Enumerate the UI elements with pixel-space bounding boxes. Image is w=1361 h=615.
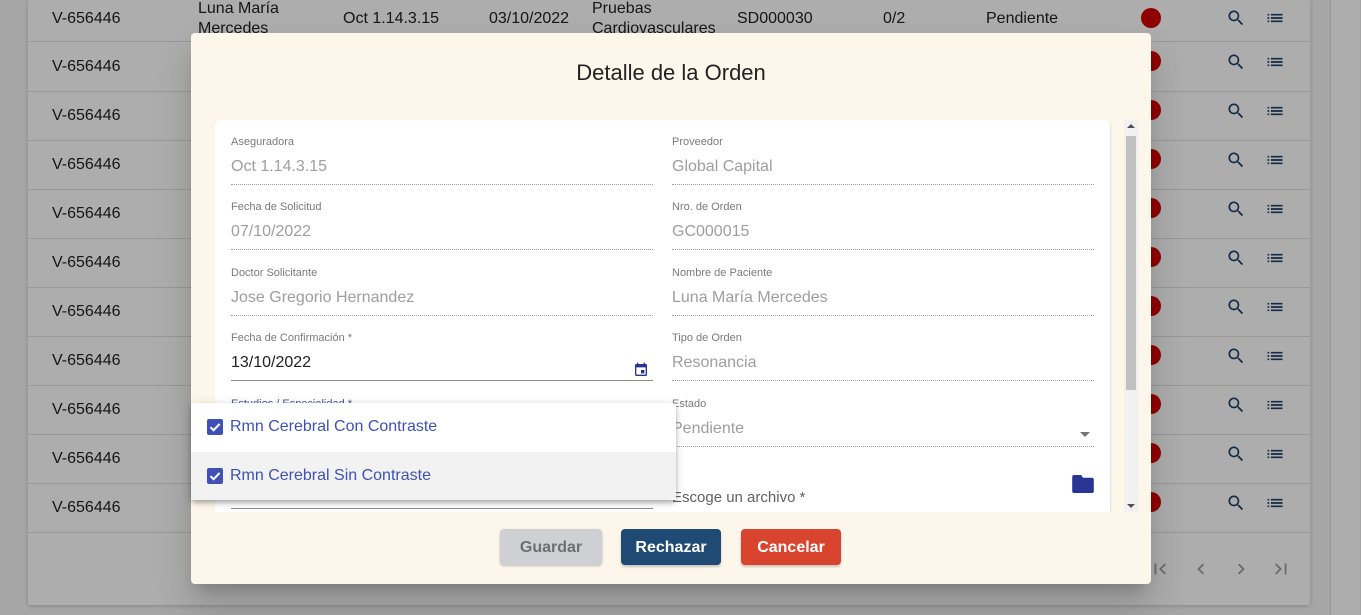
aseguradora-value: Oct 1.14.3.15 — [231, 158, 328, 175]
reject-button[interactable]: Rechazar — [621, 529, 721, 565]
aseguradora-field: Aseguradora Oct 1.14.3.15 — [231, 136, 653, 185]
field-underline — [672, 249, 1094, 250]
cancel-button[interactable]: Cancelar — [741, 529, 841, 565]
paciente-field: Nombre de Paciente Luna María Mercedes — [672, 267, 1094, 316]
dropdown-option-label: Rmn Cerebral Con Contraste — [230, 418, 438, 435]
field-underline — [231, 249, 653, 250]
calendar-icon[interactable] — [633, 362, 649, 378]
fecha-solicitud-value: 07/10/2022 — [231, 223, 312, 240]
field-underline — [231, 184, 653, 185]
fecha-solicitud-label: Fecha de Solicitud — [231, 201, 322, 213]
scroll-down-icon[interactable] — [1127, 504, 1135, 508]
field-underline — [231, 315, 653, 316]
folder-icon[interactable] — [1072, 475, 1094, 493]
fecha-confirmacion-field[interactable]: Fecha de Confirmación * 13/10/2022 — [231, 332, 653, 381]
field-underline — [231, 380, 653, 381]
chevron-down-icon[interactable] — [1080, 432, 1090, 437]
archivo-field[interactable]: Escoge un archivo * — [672, 463, 1094, 512]
fecha-solicitud-field: Fecha de Solicitud 07/10/2022 — [231, 201, 653, 250]
dialog-scrollbar[interactable] — [1124, 120, 1138, 512]
nro-orden-field: Nro. de Orden GC000015 — [672, 201, 1094, 250]
doctor-value: Jose Gregorio Hernandez — [231, 289, 415, 306]
dialog-scrollbar-thumb[interactable] — [1126, 136, 1136, 390]
nro-orden-label: Nro. de Orden — [672, 201, 742, 213]
dialog-title: Detalle de la Orden — [576, 60, 766, 85]
field-underline — [672, 184, 1094, 185]
doctor-label: Doctor Solicitante — [231, 267, 318, 279]
proveedor-value: Global Capital — [672, 158, 773, 175]
field-underline — [231, 508, 653, 509]
fecha-confirmacion-input[interactable]: 13/10/2022 — [231, 354, 653, 374]
estudios-underline-field — [231, 508, 653, 509]
checkbox-checked-icon[interactable] — [207, 419, 223, 435]
paciente-label: Nombre de Paciente — [672, 267, 773, 279]
dialog-actions: Guardar Rechazar Cancelar — [191, 529, 1151, 567]
checkbox-checked-icon[interactable] — [207, 468, 223, 484]
order-detail-dialog: Detalle de la Orden Aseguradora Oct 1.14… — [191, 33, 1151, 584]
aseguradora-label: Aseguradora — [231, 136, 294, 148]
doctor-field: Doctor Solicitante Jose Gregorio Hernand… — [231, 267, 653, 316]
dropdown-option-label: Rmn Cerebral Sin Contraste — [230, 467, 431, 484]
fecha-confirmacion-label: Fecha de Confirmación * — [231, 332, 353, 344]
proveedor-field: Proveedor Global Capital — [672, 136, 1094, 185]
dropdown-option[interactable]: Rmn Cerebral Sin Contraste — [191, 452, 676, 500]
tipo-orden-label: Tipo de Orden — [672, 332, 742, 344]
field-underline — [672, 446, 1094, 447]
estudios-dropdown: Rmn Cerebral Con Contraste Rmn Cerebral … — [191, 403, 676, 500]
paciente-value: Luna María Mercedes — [672, 289, 828, 306]
estado-label: Estado — [672, 398, 707, 410]
estado-field[interactable]: Estado Pendiente — [672, 398, 1094, 447]
dropdown-option[interactable]: Rmn Cerebral Con Contraste — [191, 403, 676, 451]
field-underline — [672, 380, 1094, 381]
save-button[interactable]: Guardar — [500, 529, 602, 565]
proveedor-label: Proveedor — [672, 136, 723, 148]
tipo-orden-value: Resonancia — [672, 354, 757, 371]
estado-select[interactable]: Pendiente — [672, 420, 1094, 440]
scroll-up-icon[interactable] — [1127, 124, 1135, 128]
nro-orden-value: GC000015 — [672, 223, 750, 240]
tipo-orden-field: Tipo de Orden Resonancia — [672, 332, 1094, 381]
field-underline — [672, 315, 1094, 316]
archivo-input[interactable]: Escoge un archivo * — [672, 489, 1094, 509]
